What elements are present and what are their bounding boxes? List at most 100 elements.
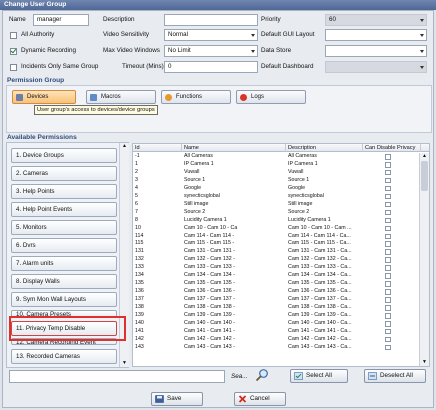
id-cell: 142 [135,335,144,342]
permission-item[interactable]: 7. Alarm units [11,256,117,271]
permission-item[interactable]: 5. Monitors [11,220,117,235]
table-row[interactable]: 140 Cam 140 - Cam 140 - Cam 140 - Cam 140 … [133,320,419,327]
table-row[interactable]: 136 Cam 136 - Cam 136 - Cam 136 - Cam 136 … [133,288,419,295]
column-header-name[interactable]: Name [182,144,286,152]
can-disable-privacy-checkbox[interactable] [385,169,391,176]
description-cell: Cam 133 - Cam 133 - Ca... [288,264,352,271]
can-disable-privacy-checkbox[interactable] [385,185,391,192]
table-row[interactable]: 8 Lucidity Camera 1 Lucidity Camera 1 [133,217,419,224]
default-gui-layout-select[interactable] [325,29,427,41]
macros-button-label: Macros [101,94,121,100]
table-row[interactable]: 1 IP Camera 1 IP Camera 1 [133,161,419,168]
all-authority-checkbox[interactable] [10,32,17,39]
can-disable-privacy-checkbox[interactable] [385,217,391,224]
priority-select[interactable]: 60 [325,14,427,26]
can-disable-privacy-checkbox[interactable] [385,320,391,327]
table-row[interactable]: 132 Cam 132 - Cam 132 - Cam 132 - Cam 132 … [133,256,419,263]
table-row[interactable]: 139 Cam 139 - Cam 139 - Cam 139 - Cam 139 … [133,312,419,319]
scroll-thumb[interactable] [421,161,428,191]
incidents-only-checkbox[interactable] [10,64,17,71]
permission-item[interactable]: 13. Recorded Cameras [11,349,117,364]
can-disable-privacy-checkbox[interactable] [385,209,391,216]
table-row[interactable]: 143 Cam 143 - Cam 143 - Cam 143 - Cam 143 … [133,344,419,351]
macros-button[interactable]: Macros [86,90,156,104]
table-row[interactable]: 115 Cam 115 - Cam 115 - Cam 115 - Cam 115 … [133,240,419,248]
can-disable-privacy-checkbox[interactable] [385,305,391,311]
can-disable-privacy-checkbox[interactable] [385,201,391,208]
can-disable-privacy-checkbox[interactable] [385,313,391,319]
can-disable-privacy-checkbox[interactable] [385,161,391,168]
video-sensitivity-select[interactable]: Normal [164,29,258,41]
can-disable-privacy-checkbox[interactable] [385,154,391,160]
table-row[interactable]: 142 Cam 142 - Cam 142 - Cam 142 - Cam 142 … [133,336,419,343]
permission-item[interactable]: 3. Help Points [11,184,117,199]
scroll-down-icon[interactable]: ▼ [120,360,129,367]
description-cell: Cam 137 - Cam 137 - Ca... [288,296,352,303]
can-disable-privacy-checkbox[interactable] [385,289,391,295]
column-header-id[interactable]: Id [133,144,182,152]
max-video-windows-select[interactable]: No Limit [164,45,258,57]
table-row[interactable]: 138 Cam 138 - Cam 138 - Cam 138 - Cam 138 … [133,304,419,311]
table-row[interactable]: 135 Cam 135 - Cam 135 - Cam 135 - Cam 135 … [133,280,419,287]
permission-item[interactable]: 9. Sym Mon Wall Layouts [11,292,117,307]
can-disable-privacy-checkbox[interactable] [385,225,391,232]
data-store-select[interactable] [325,45,427,57]
can-disable-privacy-checkbox[interactable] [385,193,391,200]
select-all-icon [294,372,303,380]
table-row[interactable]: 10 Cam 10 - Cam 10 - Ca Cam 10 - Cam 10 - … [133,225,419,232]
cancel-button[interactable]: Cancel [234,392,286,406]
functions-button[interactable]: Functions [161,90,231,104]
can-disable-privacy-checkbox[interactable] [385,328,391,335]
can-disable-privacy-checkbox[interactable] [385,257,391,263]
name-field[interactable]: manager [33,14,89,26]
can-disable-privacy-checkbox[interactable] [385,344,391,351]
table-row[interactable]: 133 Cam 133 - Cam 133 - Cam 133 - Cam 133 … [133,264,419,271]
permission-item[interactable]: 1. Device Groups [11,148,117,163]
permission-item[interactable]: 6. Dvrs [11,238,117,253]
column-header-can-disable-privacy[interactable]: Can Disable Privacy [363,144,421,152]
column-header-description[interactable]: Description [286,144,363,152]
table-row[interactable]: 7 Source 2 Source 2 [133,209,419,216]
can-disable-privacy-checkbox[interactable] [385,336,391,343]
can-disable-privacy-checkbox[interactable] [385,233,391,240]
save-button[interactable]: Save [151,392,203,406]
scroll-up-icon[interactable]: ▲ [120,143,129,150]
table-row[interactable]: 6 Still image Still image [133,201,419,208]
search-input[interactable] [9,370,225,383]
select-all-button[interactable]: Select All [290,369,348,383]
default-dashboard-select[interactable] [325,61,427,73]
description-field[interactable] [164,14,258,26]
can-disable-privacy-checkbox[interactable] [385,249,391,255]
table-scrollbar[interactable]: ▲ ▼ [419,153,429,366]
description-cell: Cam 140 - Cam 140 - Ca... [288,319,352,326]
table-row[interactable]: -1 All Cameras All Cameras [133,153,419,160]
devices-button[interactable]: Devices [12,90,76,104]
scroll-down-icon[interactable]: ▼ [420,359,429,366]
table-row[interactable]: 134 Cam 134 - Cam 134 - Cam 134 - Cam 134 … [133,272,419,279]
permission-item[interactable]: 4. Help Point Events [11,202,117,217]
table-row[interactable]: 4 Google Google [133,185,419,192]
can-disable-privacy-checkbox[interactable] [385,273,391,279]
table-row[interactable]: 5 synecticsglobal synecticsglobal [133,193,419,200]
can-disable-privacy-checkbox[interactable] [385,241,391,248]
table-row[interactable]: 131 Cam 131 - Cam 131 - Cam 131 - Cam 131 … [133,248,419,255]
table-row[interactable]: 137 Cam 137 - Cam 137 - Cam 137 - Cam 137 … [133,296,419,303]
can-disable-privacy-checkbox[interactable] [385,281,391,287]
permission-item[interactable]: 2. Cameras [11,166,117,181]
search-icon[interactable] [255,368,269,382]
table-row[interactable]: 2 Vuwall Vuwall [133,169,419,176]
name-cell: Cam 114 - Cam 114 - [184,232,235,239]
permission-item[interactable]: 8. Display Walls [11,274,117,289]
can-disable-privacy-checkbox[interactable] [385,265,391,271]
table-row[interactable]: 114 Cam 114 - Cam 114 - Cam 114 - Cam 114 … [133,233,419,240]
timeout-field[interactable]: 0 [164,61,258,73]
deselect-all-button[interactable]: Deselect All [364,369,426,383]
dynamic-recording-checkbox[interactable] [10,48,17,55]
can-disable-privacy-checkbox[interactable] [385,177,391,184]
table-row[interactable]: 3 Source 1 Source 1 [133,177,419,184]
logs-button[interactable]: Logs [236,90,306,104]
can-disable-privacy-checkbox[interactable] [385,297,391,303]
table-row[interactable]: 141 Cam 141 - Cam 141 - Cam 141 - Cam 141 … [133,328,419,335]
scroll-up-icon[interactable]: ▲ [420,153,429,160]
name-cell: Cam 133 - Cam 133 - [184,264,235,271]
